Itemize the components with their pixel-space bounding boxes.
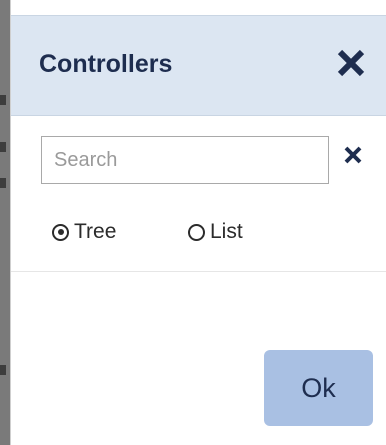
radio-tree[interactable]: Tree: [52, 219, 116, 245]
background-app-mark: [0, 365, 6, 375]
background-app-mark: [0, 178, 6, 188]
radio-unchecked-icon: [188, 223, 205, 241]
dialog-header: Controllers: [11, 15, 386, 116]
radio-list[interactable]: List: [188, 219, 243, 245]
ok-button[interactable]: Ok: [264, 350, 373, 426]
footer-divider: [11, 271, 386, 272]
controllers-dialog: Controllers Tree List Ok: [10, 0, 386, 445]
background-app-edge: [0, 0, 10, 445]
radio-tree-label: Tree: [74, 220, 117, 243]
clear-icon[interactable]: [342, 144, 364, 166]
background-app-mark: [0, 95, 6, 105]
dialog-title: Controllers: [39, 50, 173, 78]
search-input[interactable]: [41, 136, 329, 184]
close-icon[interactable]: [333, 45, 369, 81]
background-app-mark: [0, 142, 6, 152]
radio-list-label: List: [210, 220, 243, 243]
radio-checked-icon: [52, 223, 69, 241]
